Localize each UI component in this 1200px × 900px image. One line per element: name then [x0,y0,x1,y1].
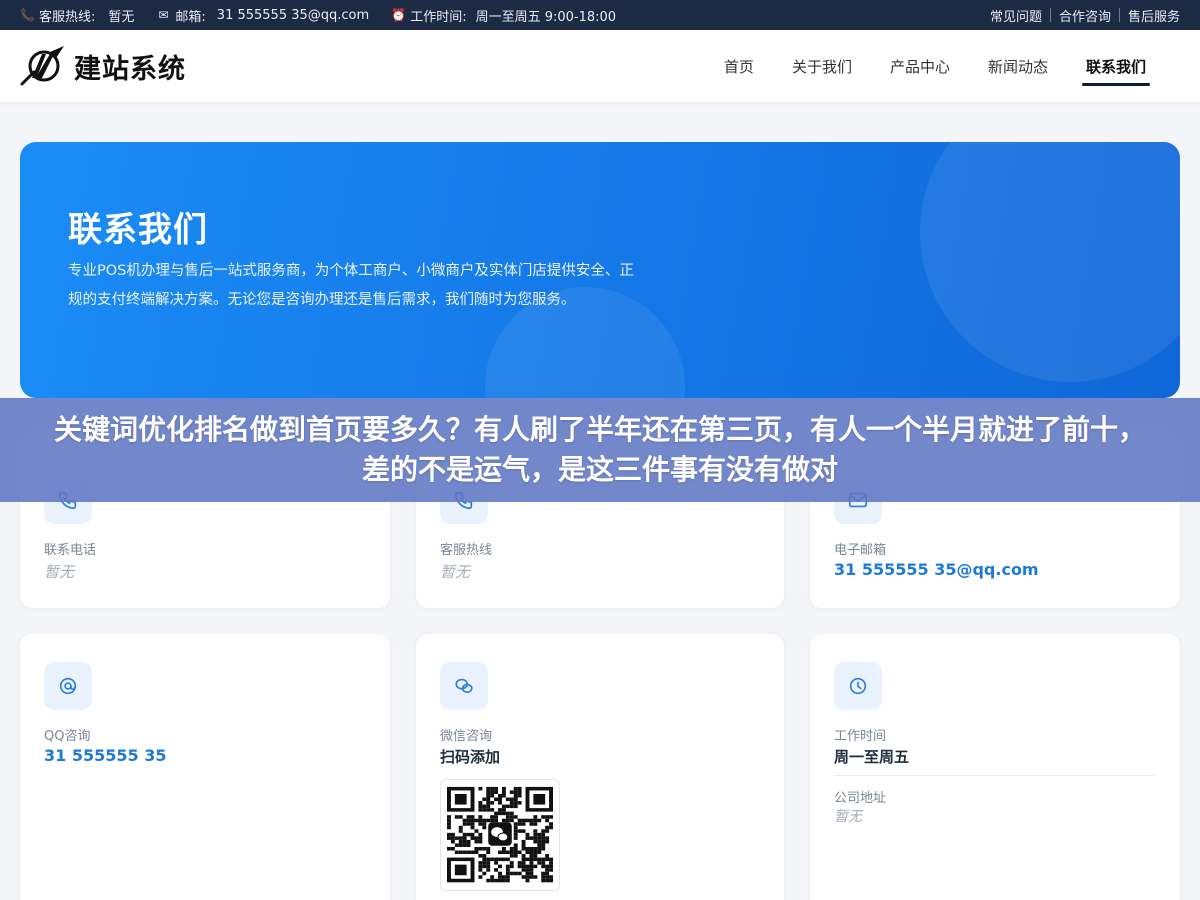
card-label: 工作时间 [834,729,887,744]
cooperation-link[interactable]: 合作咨询 [1051,6,1119,25]
card-label: 微信咨询 [440,729,493,744]
article-title-banner: 关键词优化排名做到首页要多久？有人刷了半年还在第三页，有人一个半月就进了前十，差… [0,398,1200,502]
brand-name: 建站系统 [74,53,186,85]
email-value: 31 555555 35@qq.com [216,7,370,23]
divider [834,775,1156,776]
clock-icon [834,662,882,710]
hours-label: 工作时间: [410,9,467,25]
qr-code-image [447,786,553,883]
hero-banner: 联系我们 专业POS机办理与售后一站式服务商，为个体工商户、小微商户及实体门店提… [20,142,1180,398]
qq-link[interactable]: 31 555555 35 [44,746,166,765]
logo-mark-icon [20,46,64,86]
mail-icon: ✉ [158,8,169,22]
nav-home[interactable]: 首页 [705,30,773,102]
page-title: 联系我们 [68,210,208,250]
card-label: QQ咨询 [44,729,91,744]
nav-products[interactable]: 产品中心 [871,30,969,102]
top-bar: 📞 客服热线: 暂无 ✉ 邮箱: 31 555555 35@qq.com ⏰ 工… [0,0,1200,30]
card-label: 电子邮箱 [834,543,887,558]
card-value: 暂无 [44,563,75,581]
main-nav: 首页 关于我们 产品中心 新闻动态 联系我们 [705,30,1165,102]
faq-link[interactable]: 常见问题 [982,6,1050,25]
after-sales-link[interactable]: 售后服务 [1120,6,1180,25]
card-value: 扫码添加 [440,748,501,766]
phone-icon: 📞 [20,8,35,22]
banner-text: 关键词优化排名做到首页要多久？有人刷了半年还在第三页，有人一个半月就进了前十，差… [53,413,1146,486]
nav-news[interactable]: 新闻动态 [969,30,1067,102]
brand-logo[interactable]: 建站系统 [20,44,186,88]
hours-info: ⏰ 工作时间: 周一至周五 9:00-18:00 [391,6,616,25]
wechat-qr-code [440,779,560,891]
decorative-circle [920,142,1180,382]
hotline-value: 暂无 [108,9,135,25]
email-label: 邮箱: [175,9,206,25]
hotline-label: 客服热线: [39,9,96,25]
card-label: 客服热线 [440,543,493,558]
card-label: 联系电话 [44,543,97,558]
top-bar-links: 常见问题 合作咨询 售后服务 [982,6,1180,25]
address-label: 公司地址 [834,791,887,806]
address-value: 暂无 [834,809,862,825]
qq-icon [44,662,92,710]
top-bar-info: 📞 客服热线: 暂无 ✉ 邮箱: 31 555555 35@qq.com ⏰ 工… [20,6,616,25]
email-info: ✉ 邮箱: 31 555555 35@qq.com [156,6,369,25]
hours-value: 周一至周五 9:00-18:00 [475,9,617,25]
hero-description: 专业POS机办理与售后一站式服务商，为个体工商户、小微商户及实体门店提供安全、正… [68,263,634,308]
card-value: 暂无 [440,563,471,581]
hotline-info: 📞 客服热线: 暂无 [20,6,134,25]
card-value: 周一至周五 [834,748,910,766]
nav-contact[interactable]: 联系我们 [1067,30,1165,102]
contact-card-hours: 工作时间 周一至周五 公司地址 暂无 [810,634,1180,900]
nav-about[interactable]: 关于我们 [773,30,871,102]
alarm-clock-icon: ⏰ [391,8,407,22]
site-header: 建站系统 首页 关于我们 产品中心 新闻动态 联系我们 [0,30,1200,102]
contact-card-wechat: 微信咨询 扫码添加 [416,634,784,900]
email-link[interactable]: 31 555555 35@qq.com [834,560,1039,579]
wechat-icon [440,662,488,710]
contact-card-qq: QQ咨询 31 555555 35 [20,634,390,900]
